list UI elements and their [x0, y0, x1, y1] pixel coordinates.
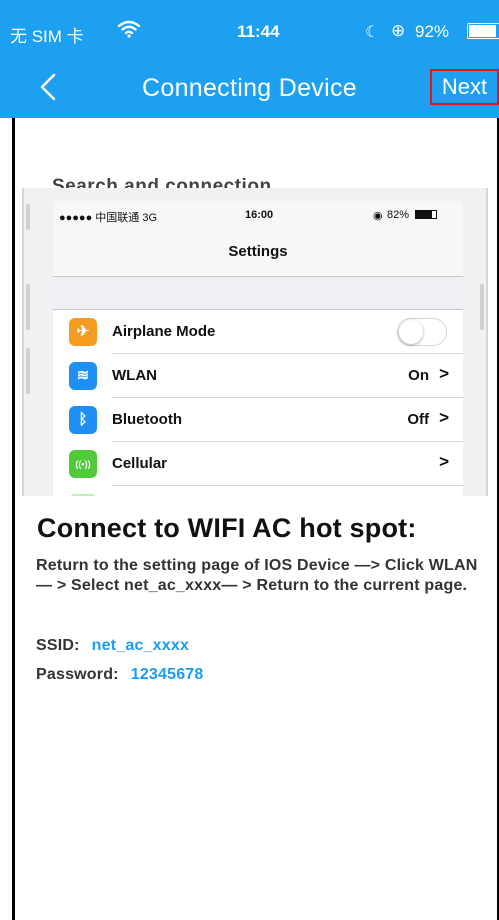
toggle-knob	[399, 320, 423, 344]
settings-row-label: Bluetooth	[112, 411, 182, 428]
frame-border-left	[12, 118, 15, 920]
wifi-icon	[117, 20, 141, 38]
illustration-battery: 82%	[387, 209, 410, 221]
battery-percent: 92%	[415, 22, 450, 41]
settings-row-label: WLAN	[112, 367, 157, 384]
illustration-header: Settings	[53, 223, 463, 277]
instructions-text: Return to the setting page of IOS Device…	[36, 557, 478, 594]
settings-row: ∞Personal HotspotOff>	[53, 486, 463, 496]
illustration-status-bar: ●●●●● 中国联通 3G 16:00 ◉ 82%	[53, 201, 463, 224]
settings-illustration: ●●●●● 中国联通 3G 16:00 ◉ 82% Settings ✈ Airp…	[22, 188, 488, 496]
nav-bar: Connecting Device Next	[0, 54, 499, 118]
settings-row: ((•)) Cellular >	[53, 442, 463, 486]
ssid-label: SSID:	[36, 637, 80, 654]
rotation-lock-icon: ⊕	[391, 21, 406, 40]
page-title: Connecting Device	[142, 74, 357, 102]
settings-row-value: On	[408, 367, 429, 384]
battery-icon	[467, 23, 499, 39]
hotspot-icon: ∞	[69, 494, 97, 496]
next-button[interactable]: Next	[430, 69, 499, 105]
cellular-icon: ((•))	[69, 450, 97, 478]
settings-row: ✈ Airplane Mode	[53, 310, 463, 354]
phone-screen: ●●●●● 中国联通 3G 16:00 ◉ 82% Settings ✈ Airp…	[53, 201, 463, 496]
do-not-disturb-icon: ☾	[365, 24, 380, 41]
wifi-icon: ≋	[69, 362, 97, 390]
settings-row: ≋ WLAN On >	[53, 354, 463, 398]
bluetooth-icon: ᛒ	[69, 406, 97, 434]
password-row: Password: 12345678	[36, 666, 204, 684]
chevron-right-icon: >	[439, 364, 449, 383]
settings-row-value: Off	[407, 411, 429, 428]
illustration-battery-icon	[415, 210, 437, 219]
settings-row-label: Airplane Mode	[112, 323, 216, 340]
top-bar: 无 SIM 卡 11:44 ☾ ⊕ 92% Connecting Device …	[0, 0, 499, 118]
settings-row-label: Cellular	[112, 455, 168, 472]
password-value: 12345678	[130, 666, 204, 683]
illustration-alarm-icon: ◉	[373, 210, 383, 222]
ssid-row: SSID: net_ac_xxxx	[36, 637, 189, 655]
airplane-icon: ✈	[69, 318, 97, 346]
phone-side-button	[26, 348, 30, 394]
ssid-value: net_ac_xxxx	[91, 637, 190, 654]
carrier-label: 无 SIM 卡	[10, 27, 84, 46]
status-time: 11:44	[237, 22, 280, 41]
illustration-header-title: Settings	[228, 243, 288, 260]
settings-list: ✈ Airplane Mode ≋ WLAN On > ᛒ Bluetooth Off > ((•)…	[53, 309, 463, 496]
illustration-time: 16:00	[245, 209, 274, 221]
phone-side-button	[480, 284, 484, 330]
status-bar: 无 SIM 卡 11:44 ☾ ⊕ 92%	[0, 0, 499, 54]
phone-side-button	[26, 204, 30, 230]
airplane-mode-toggle	[397, 318, 447, 346]
hotspot-heading: Connect to WIFI AC hot spot:	[37, 513, 417, 543]
phone-side-button	[26, 284, 30, 330]
chevron-right-icon: >	[439, 408, 449, 427]
password-label: Password:	[36, 666, 119, 683]
chevron-right-icon: >	[439, 452, 449, 471]
settings-row: ᛒ Bluetooth Off >	[53, 398, 463, 442]
